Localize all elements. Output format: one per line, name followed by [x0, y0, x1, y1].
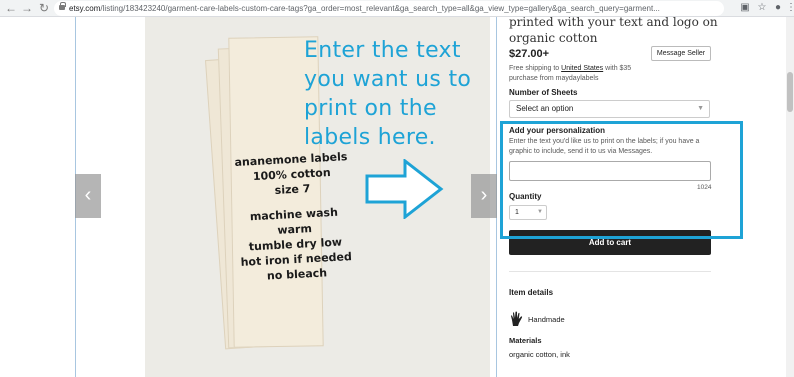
- listing-page: ananemone labels 100% cotton size 7 machin…: [0, 15, 794, 377]
- menu-icon[interactable]: ⋮: [784, 1, 794, 15]
- shipping-info: Free shipping to United States with $35 …: [509, 64, 659, 84]
- chevron-down-icon: ▼: [697, 105, 704, 112]
- shipping-prefix: Free shipping to: [509, 65, 562, 72]
- annotation-text-line: you want us to: [304, 67, 472, 92]
- message-seller-button[interactable]: Message Seller: [651, 46, 711, 61]
- next-image-button[interactable]: ›: [471, 174, 497, 218]
- scrollbar-thumb[interactable]: [787, 72, 793, 112]
- annotation-arrow-icon: [365, 159, 444, 219]
- lock-icon: [59, 2, 66, 10]
- reload-icon[interactable]: ↻: [37, 1, 51, 15]
- annotation-text-line: labels here.: [304, 125, 436, 150]
- item-details-heading: Item details: [509, 288, 554, 297]
- annotation-highlight-box: [500, 121, 743, 239]
- annotation-text: Enter the text you want us to print on the…: [304, 36, 504, 152]
- previous-image-button[interactable]: ‹: [75, 174, 101, 218]
- sheets-label: Number of Sheets: [509, 88, 578, 97]
- annotation-text-line: print on the: [304, 96, 437, 121]
- handmade-label: Handmade: [528, 315, 565, 324]
- back-icon[interactable]: ←: [4, 1, 18, 15]
- printed-label-text: ananemone labels 100% cotton size 7 machin…: [232, 149, 357, 285]
- chevron-left-icon: ‹: [84, 184, 92, 206]
- screenshot-icon[interactable]: ▣: [738, 1, 752, 15]
- page-scrollbar[interactable]: [786, 17, 794, 377]
- price: $27.00+: [509, 48, 550, 60]
- sheets-select[interactable]: Select an option ▼: [509, 100, 710, 118]
- shipping-country-link[interactable]: United States: [561, 65, 603, 72]
- chevron-right-icon: ›: [480, 184, 488, 206]
- section-divider: [509, 271, 711, 272]
- hand-icon: [511, 311, 523, 326]
- materials-value: organic cotton, ink: [509, 350, 570, 359]
- bookmark-star-icon[interactable]: ☆: [755, 1, 769, 15]
- url-path: /listing/183423240/garment-care-labels-c…: [100, 4, 660, 13]
- listing-title: printed with your text and logo on organ…: [509, 15, 718, 45]
- profile-icon[interactable]: ●: [771, 1, 785, 15]
- annotation-text-line: Enter the text: [304, 38, 461, 63]
- sheets-select-value: Select an option: [516, 104, 574, 113]
- forward-icon[interactable]: →: [20, 1, 34, 15]
- url-host: etsy.com: [69, 4, 101, 13]
- materials-heading: Materials: [509, 336, 542, 345]
